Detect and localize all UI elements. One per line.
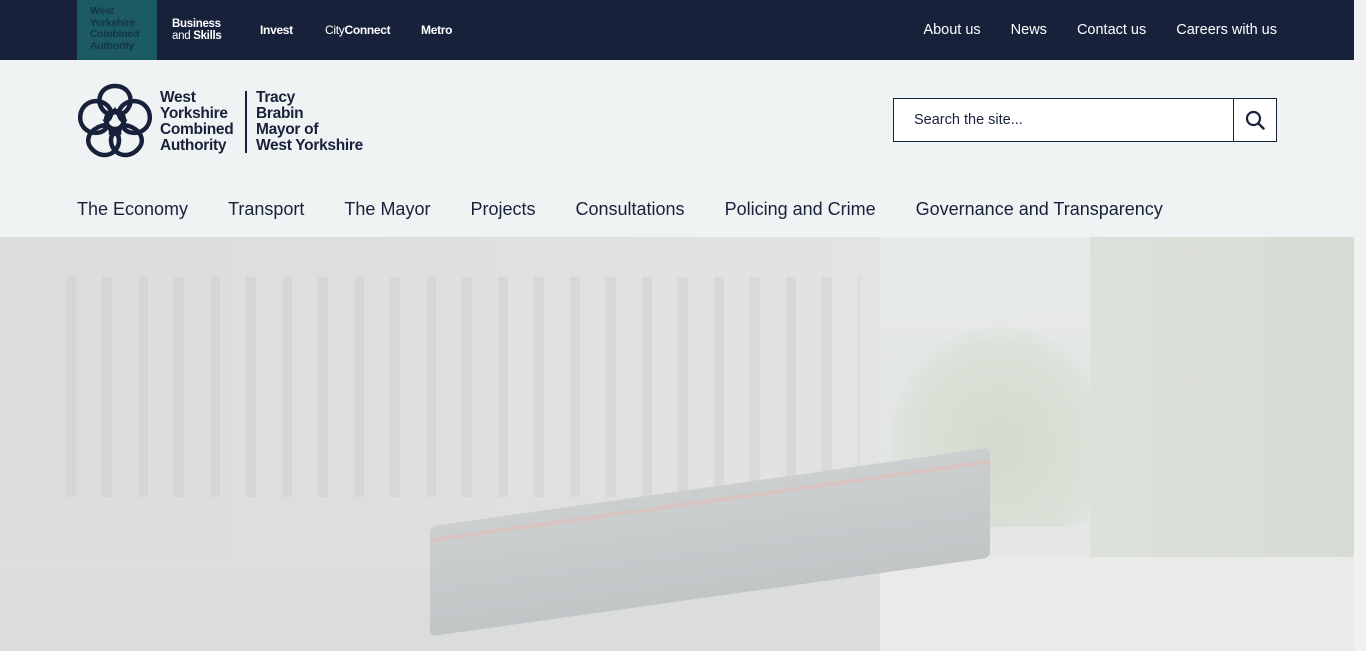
nav-consultations[interactable]: Consultations — [575, 199, 684, 220]
nav-the-mayor[interactable]: The Mayor — [344, 199, 430, 220]
logo-divider — [245, 91, 247, 153]
mayor-wordmark: Tracy Brabin Mayor of West Yorkshire — [256, 90, 363, 154]
top-bar: West Yorkshire Combined Authority Busine… — [0, 0, 1354, 60]
site-search-form — [893, 98, 1277, 142]
wordmark-line: Combined — [160, 121, 234, 138]
main-nav: The Economy Transport The Mayor Projects… — [77, 190, 1163, 228]
cityconnect-prefix: City — [325, 23, 345, 37]
hero-overlay — [0, 237, 1354, 651]
nav-policing-and-crime[interactable]: Policing and Crime — [725, 199, 876, 220]
metro-brand-label: Metro — [421, 23, 453, 37]
rose-emblem-icon — [77, 83, 153, 158]
business-skills-line2: and Skills — [172, 30, 222, 42]
invest-brand-label: Invest — [260, 23, 293, 37]
wyca-brand-link[interactable]: West Yorkshire Combined Authority — [77, 0, 157, 60]
business-skills-brand-link[interactable]: Business and Skills — [172, 0, 222, 60]
nav-projects[interactable]: Projects — [470, 199, 535, 220]
nav-transport[interactable]: Transport — [228, 199, 304, 220]
business-skills-and: and — [172, 30, 191, 42]
wordmark-line: West Yorkshire — [256, 137, 363, 154]
wyca-brand-line: West — [90, 5, 114, 17]
contact-us-link[interactable]: Contact us — [1077, 22, 1146, 38]
search-input[interactable] — [894, 99, 1233, 141]
about-us-link[interactable]: About us — [923, 22, 980, 38]
search-button[interactable] — [1233, 99, 1276, 141]
cityconnect-brand-link[interactable]: City Connect — [325, 0, 391, 60]
hero-image — [0, 237, 1354, 651]
wordmark-line: Tracy — [256, 89, 296, 106]
wordmark-line: Brabin — [256, 105, 304, 122]
nav-governance-and-transparency[interactable]: Governance and Transparency — [916, 199, 1163, 220]
wyca-brand-line: Authority — [90, 39, 134, 52]
utility-nav: About us News Contact us Careers with us — [923, 0, 1277, 60]
wordmark-line: Authority — [160, 137, 227, 154]
cityconnect-suffix: Connect — [344, 23, 391, 37]
wyca-brand-line: Combined — [90, 28, 139, 40]
careers-link[interactable]: Careers with us — [1176, 22, 1277, 38]
page-scrollbar[interactable] — [1354, 0, 1366, 651]
wyca-wordmark: West Yorkshire Combined Authority — [160, 89, 234, 154]
wordmark-line: Mayor of — [256, 121, 319, 138]
site-logo-link[interactable]: West Yorkshire Combined Authority Tracy … — [77, 82, 377, 158]
invest-brand-link[interactable]: Invest — [260, 0, 293, 60]
business-skills-line1: Business — [172, 18, 221, 30]
news-link[interactable]: News — [1011, 22, 1047, 38]
business-skills-skills: Skills — [193, 30, 222, 42]
wordmark-line: Yorkshire — [160, 105, 228, 122]
search-icon — [1245, 110, 1265, 130]
nav-the-economy[interactable]: The Economy — [77, 199, 188, 220]
metro-brand-link[interactable]: Metro — [421, 0, 452, 60]
wordmark-line: West — [160, 89, 196, 106]
